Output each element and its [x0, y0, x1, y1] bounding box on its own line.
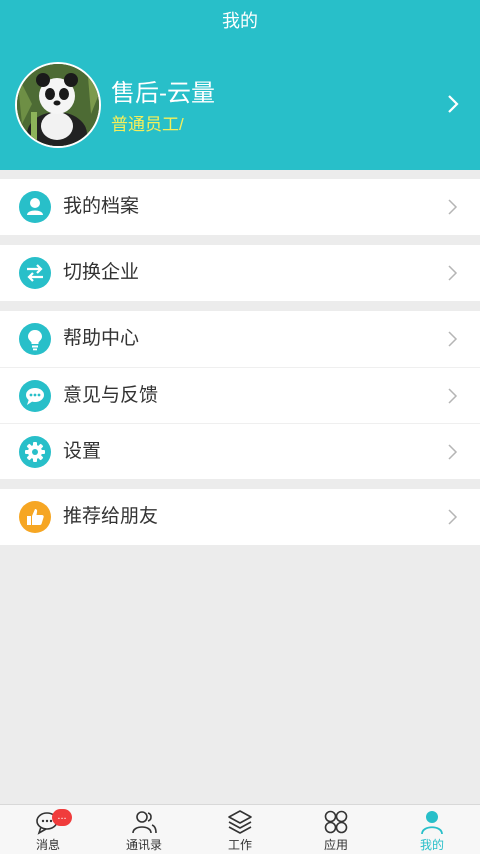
contacts-icon	[132, 811, 157, 834]
menu-item-feedback[interactable]: 意见与反馈	[0, 367, 480, 423]
gear-icon	[19, 436, 51, 468]
thumbs-up-icon	[19, 501, 51, 533]
menu-group-share: 推荐给朋友	[0, 489, 480, 545]
profile-header: 我的 售后-云量 普通员工/	[0, 0, 480, 170]
chevron-right-icon	[448, 265, 458, 281]
chevron-right-icon	[448, 331, 458, 347]
tab-label: 工作	[227, 838, 252, 852]
tab-contacts[interactable]: 通讯录	[96, 805, 192, 854]
profile-card[interactable]: 售后-云量 普通员工/	[0, 62, 480, 150]
menu-item-label: 我的档案	[63, 196, 140, 217]
tab-me[interactable]: 我的	[384, 805, 480, 854]
tab-apps[interactable]: 应用	[288, 805, 384, 854]
menu-item-my-profile[interactable]: 我的档案	[0, 179, 480, 235]
layers-icon	[228, 810, 252, 834]
profile-name: 售后-云量	[111, 80, 215, 107]
panda-avatar-icon	[17, 64, 99, 146]
menu-item-label: 意见与反馈	[63, 385, 159, 406]
chevron-right-icon	[448, 388, 458, 404]
tab-messages[interactable]: ... 消息	[0, 805, 96, 854]
menu-item-label: 切换企业	[63, 262, 140, 283]
page-title: 我的	[222, 11, 258, 31]
menu-item-help-center[interactable]: 帮助中心	[0, 311, 480, 367]
swap-icon	[19, 257, 51, 289]
tab-work[interactable]: 工作	[192, 805, 288, 854]
menu-group-profile: 我的档案	[0, 179, 480, 235]
menu-item-label: 设置	[63, 441, 102, 462]
lightbulb-icon	[19, 323, 51, 355]
bottom-tab-bar: ... 消息 通讯录 工作 应用 我的	[0, 804, 480, 854]
tab-label: 消息	[35, 838, 60, 852]
menu-item-recommend[interactable]: 推荐给朋友	[0, 489, 480, 545]
tab-label: 我的	[419, 838, 444, 852]
chevron-right-icon	[448, 509, 458, 525]
menu-item-label: 推荐给朋友	[63, 506, 159, 527]
chevron-right-icon[interactable]	[444, 92, 462, 116]
menu-item-switch-company[interactable]: 切换企业	[0, 245, 480, 301]
chevron-right-icon	[448, 199, 458, 215]
tab-label: 应用	[323, 838, 348, 852]
me-icon	[421, 811, 443, 835]
person-icon	[19, 191, 51, 223]
chevron-right-icon	[448, 444, 458, 460]
avatar[interactable]	[15, 62, 101, 148]
menu-group-support: 帮助中心 意见与反馈 设置	[0, 311, 480, 479]
profile-role: 普通员工/	[111, 115, 184, 134]
menu-group-company: 切换企业	[0, 245, 480, 301]
menu-item-label: 帮助中心	[63, 328, 140, 349]
tab-label: 通讯录	[125, 838, 162, 852]
menu-item-settings[interactable]: 设置	[0, 423, 480, 479]
unread-badge: ...	[52, 809, 72, 826]
apps-icon	[324, 810, 348, 834]
chat-bubble-icon	[19, 380, 51, 412]
